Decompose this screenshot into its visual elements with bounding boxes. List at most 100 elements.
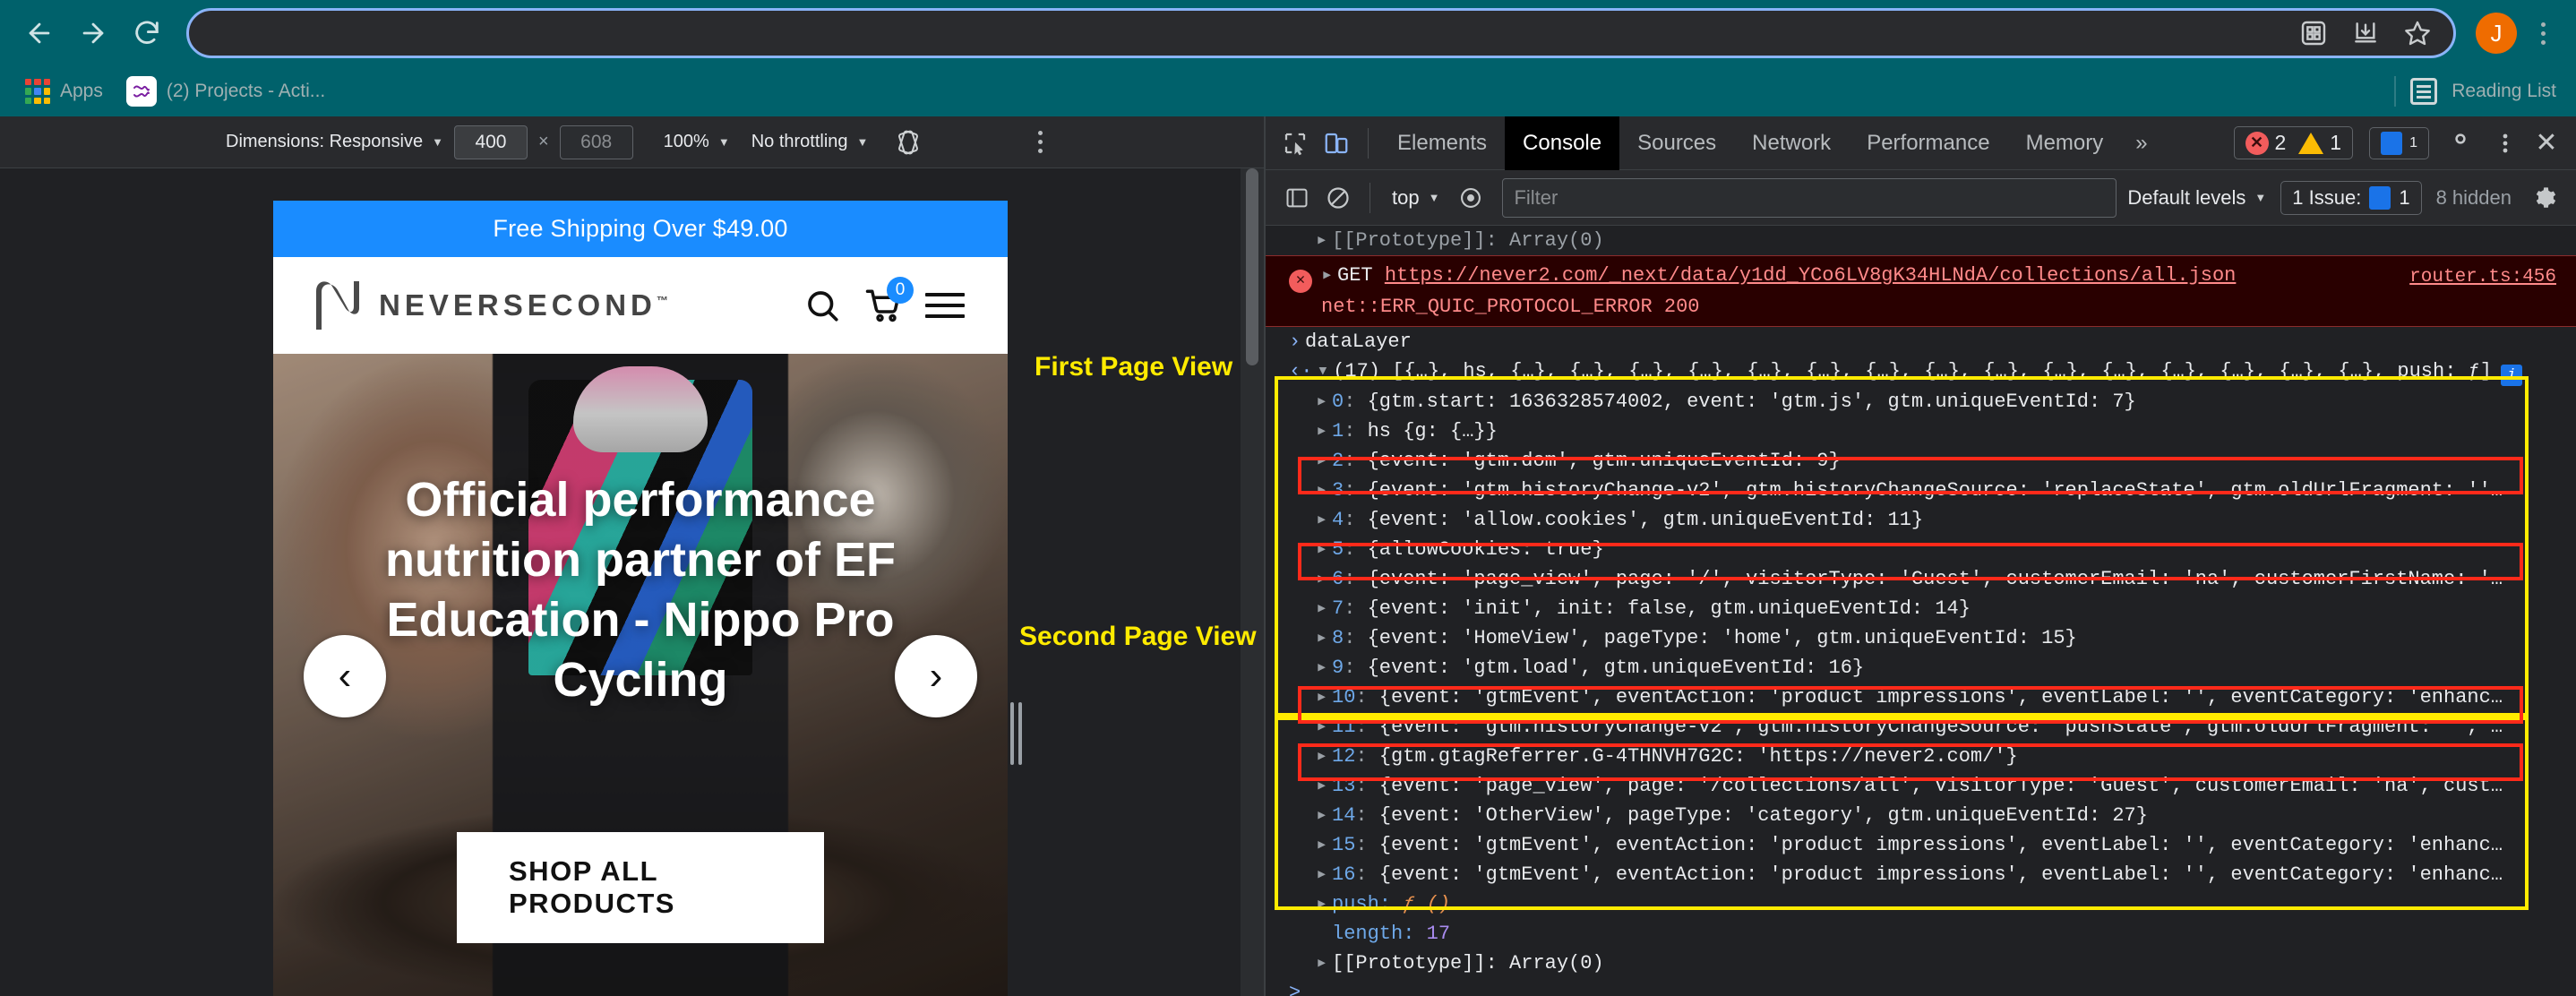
array-entry-row[interactable]: ▸ 11: {event: 'gtm.historyChange-v2', gtm… (1266, 712, 2576, 742)
disclosure-triangle-icon[interactable]: ▸ (1316, 772, 1332, 800)
array-entry-row[interactable]: ▸ 14: {event: 'OtherView', pageType: 'cat… (1266, 801, 2576, 830)
disclosure-triangle-icon[interactable]: ▸ (1316, 595, 1332, 622)
clear-console-icon[interactable] (1318, 177, 1359, 219)
info-counter[interactable]: 1 (2369, 126, 2429, 159)
cart-icon[interactable]: 0 (864, 277, 914, 324)
reading-list-icon[interactable] (2410, 78, 2438, 105)
browser-menu-button[interactable] (2526, 13, 2560, 54)
dimensions-dropdown[interactable]: Dimensions: Responsive ▼ (215, 124, 454, 160)
array-entry-row[interactable]: ▸ 7: {event: 'init', init: false, gtm.uni… (1266, 594, 2576, 623)
shop-all-products-button[interactable]: SHOP ALL PRODUCTS (457, 832, 824, 943)
info-icon[interactable]: i (2501, 365, 2523, 386)
tab-memory[interactable]: Memory (2008, 116, 2122, 170)
array-entry-row[interactable]: ▸ 6: {event: 'page_view', page: '/', visi… (1266, 564, 2576, 594)
scrollbar-thumb[interactable] (1246, 168, 1258, 365)
message-counters[interactable]: ✕ 2 1 (2233, 126, 2354, 159)
reload-button[interactable] (124, 10, 170, 56)
profile-avatar[interactable]: J (2476, 13, 2517, 54)
settings-gear-icon[interactable] (2445, 124, 2485, 163)
console-result-row[interactable]: ‹· ▾ (17) [{…}, hs, {…}, {…}, {…}, {…}, {… (1266, 356, 2576, 388)
issues-button[interactable]: 1 Issue: 1 (2280, 180, 2422, 215)
console-error-row[interactable]: ✕ ▸ GET https://never2.com/_next/data/y1dd… (1266, 255, 2576, 327)
array-entry-row[interactable]: ▸ 15: {event: 'gtmEvent', eventAction: 'p… (1266, 830, 2576, 860)
viewport-height-input[interactable] (559, 124, 633, 159)
disclosure-triangle-icon[interactable]: ▸ (1316, 890, 1332, 918)
array-entry-row[interactable]: ▸ 9: {event: 'gtm.load', gtm.uniqueEventI… (1266, 653, 2576, 683)
array-entry-row[interactable]: ▸ 0: {gtm.start: 1636328574002, event: 'g… (1266, 387, 2576, 416)
console-output[interactable]: ▸ [[Prototype]]: Array(0) ✕ ▸ GET https://n… (1266, 226, 2576, 996)
live-expression-icon[interactable] (1450, 177, 1491, 219)
resize-handle[interactable] (1010, 702, 1023, 765)
page-scrollbar[interactable] (1241, 168, 1264, 996)
array-entry-row[interactable]: ▸ 10: {event: 'gtmEvent', eventAction: 'p… (1266, 683, 2576, 712)
tab-console[interactable]: Console (1505, 116, 1620, 170)
address-input[interactable] (210, 21, 2297, 45)
tab-network[interactable]: Network (1734, 116, 1849, 170)
execution-context-dropdown[interactable]: top ▼ (1381, 186, 1450, 210)
error-counter[interactable]: ✕ 2 (2245, 131, 2286, 155)
devtools-menu-icon[interactable] (2485, 123, 2526, 164)
device-options-menu[interactable] (1038, 131, 1043, 153)
array-entry-row[interactable]: ▸ 1: hs {g: {…}} (1266, 416, 2576, 446)
viewport-width-input[interactable] (453, 124, 528, 159)
tab-sources[interactable]: Sources (1619, 116, 1734, 170)
error-url-link[interactable]: https://never2.com/_next/data/y1dd_YCo6L… (1385, 264, 2237, 287)
disclosure-triangle-icon[interactable]: ▸ (1316, 227, 1332, 254)
bookmark-star-icon[interactable] (2401, 17, 2434, 49)
carousel-next-button[interactable]: › (895, 635, 977, 717)
disclosure-triangle-icon[interactable]: ▸ (1316, 447, 1332, 475)
console-filter-input[interactable] (1502, 177, 2117, 218)
disclosure-triangle-icon[interactable]: ▸ (1316, 743, 1332, 770)
throttling-dropdown[interactable]: No throttling ▼ (741, 124, 880, 160)
array-push-row[interactable]: ▸ push: ƒ () (1266, 889, 2576, 919)
array-entry-row[interactable]: ▸ 8: {event: 'HomeView', pageType: 'home'… (1266, 623, 2576, 653)
array-entry-row[interactable]: ▸ 3: {event: 'gtm.historyChange-v2', gtm.… (1266, 476, 2576, 505)
disclosure-triangle-icon[interactable]: ▸ (1316, 713, 1332, 741)
console-prompt[interactable]: > (1266, 978, 2576, 996)
search-icon[interactable] (803, 287, 841, 324)
disclosure-triangle-icon[interactable]: ▸ (1316, 477, 1332, 504)
disclosure-triangle-icon[interactable]: ▸ (1316, 654, 1332, 682)
tab-elements[interactable]: Elements (1379, 116, 1505, 170)
disclosure-triangle-icon[interactable]: ▸ (1316, 861, 1332, 889)
array-entry-row[interactable]: ▸ 16: {event: 'gtmEvent', eventAction: 'p… (1266, 860, 2576, 889)
console-settings-icon[interactable] (2524, 177, 2565, 219)
back-button[interactable] (16, 10, 63, 56)
bookmark-apps[interactable]: Apps (20, 73, 108, 109)
disclosure-triangle-icon[interactable]: ▸ (1316, 831, 1332, 859)
warning-counter[interactable]: 1 (2298, 131, 2341, 155)
disclosure-triangle-icon[interactable]: ▸ (1316, 624, 1332, 652)
inspect-element-icon[interactable] (1275, 123, 1316, 164)
forward-button[interactable] (70, 10, 116, 56)
more-tabs-icon[interactable]: » (2121, 131, 2161, 156)
zoom-dropdown[interactable]: 100% ▼ (653, 124, 741, 160)
disclosure-triangle-icon[interactable]: ▸ (1316, 388, 1332, 416)
disclosure-triangle-icon[interactable]: ▸ (1316, 506, 1332, 534)
download-icon[interactable] (2349, 17, 2382, 49)
disclosure-triangle-icon[interactable]: ▸ (1316, 536, 1332, 563)
disclosure-triangle-icon[interactable]: ▸ (1316, 565, 1332, 593)
array-entry-row[interactable]: ▸ 13: {event: 'page_view', page: '/collec… (1266, 771, 2576, 801)
log-levels-dropdown[interactable]: Default levels ▼ (2127, 186, 2266, 210)
tab-performance[interactable]: Performance (1849, 116, 2007, 170)
close-devtools-icon[interactable]: ✕ (2526, 127, 2567, 159)
expand-triangle-icon[interactable]: ▾ (1317, 357, 1333, 385)
reading-list-label[interactable]: Reading List (2451, 81, 2556, 102)
site-logo[interactable]: NEVERSECOND™ (316, 279, 668, 331)
console-sidebar-toggle-icon[interactable] (1276, 177, 1318, 219)
array-entry-row[interactable]: ▸ 2: {event: 'gtm.dom', gtm.uniqueEventId… (1266, 446, 2576, 476)
menu-icon[interactable] (925, 293, 965, 318)
array-entry-row[interactable]: ▸ 4: {event: 'allow.cookies', gtm.uniqueE… (1266, 505, 2576, 535)
disclosure-triangle-icon[interactable]: ▸ (1316, 683, 1332, 711)
disclosure-triangle-icon[interactable]: ▸ (1316, 802, 1332, 829)
disclosure-triangle-icon[interactable]: ▸ (1316, 949, 1332, 977)
disclosure-triangle-icon[interactable]: ▸ (1316, 417, 1332, 445)
error-source-link[interactable]: router.ts:456 (2409, 263, 2556, 291)
bookmark-projects[interactable]: (2) Projects - Acti... (121, 73, 331, 109)
qr-code-icon[interactable] (2297, 17, 2330, 49)
address-bar[interactable] (186, 8, 2456, 58)
array-prototype-row[interactable]: ▸ [[Prototype]]: Array(0) (1266, 949, 2576, 978)
array-entry-row[interactable]: ▸ 12: {gtm.gtagReferrer.G-4THNVH7G2C: 'ht… (1266, 742, 2576, 771)
rotate-icon[interactable] (895, 129, 922, 156)
disclosure-triangle-icon[interactable]: ▸ (1321, 262, 1337, 289)
